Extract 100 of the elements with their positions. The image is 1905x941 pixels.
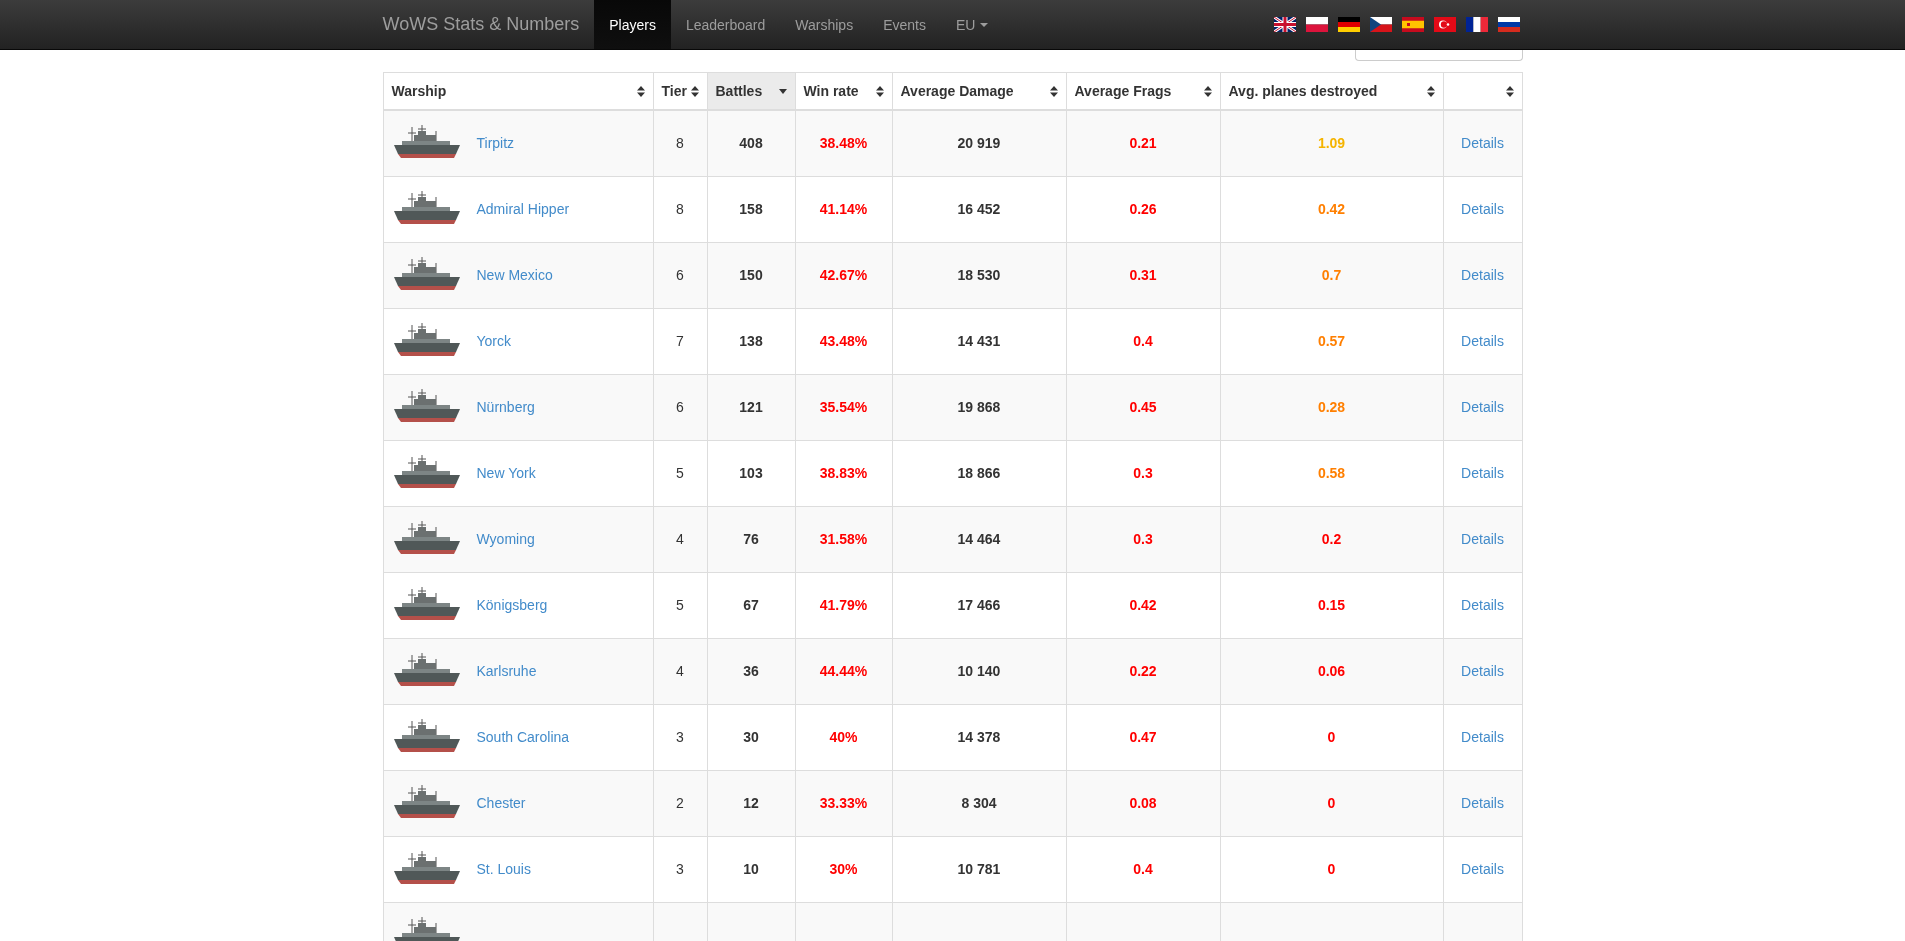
average-damage-value: 17 466 — [957, 597, 1001, 613]
battles-value: 103 — [739, 465, 763, 481]
details-link[interactable]: Details — [1461, 465, 1504, 481]
search-field[interactable] — [1354, 50, 1523, 61]
battles-value: 10 — [743, 861, 759, 877]
details-link[interactable]: Details — [1461, 135, 1504, 152]
average-damage-value: 14 431 — [957, 333, 1001, 349]
planes-destroyed-value: 0.58 — [1317, 465, 1346, 481]
france-flag-icon[interactable] — [1465, 17, 1488, 32]
planes-destroyed-value: 0.15 — [1317, 597, 1346, 613]
planes-destroyed-value: 0.28 — [1317, 399, 1346, 415]
win-rate-value: 44.44% — [819, 663, 868, 679]
tier-value: 3 — [676, 861, 684, 877]
average-frags-value: 0.4 — [1133, 333, 1153, 349]
battles-value: 76 — [743, 531, 759, 547]
tier-value: 5 — [676, 465, 684, 481]
win-rate-value: 38.83% — [819, 465, 868, 481]
battles-value: 138 — [739, 333, 763, 349]
details-link[interactable]: Details — [1461, 531, 1504, 547]
details-link[interactable]: Details — [1461, 267, 1504, 283]
details-link[interactable]: Details — [1461, 597, 1504, 613]
warship-link[interactable]: Yorck — [476, 333, 511, 349]
spain-flag-icon[interactable] — [1401, 17, 1424, 32]
russia-flag-icon[interactable] — [1497, 17, 1520, 32]
average-frags-value: 0.26 — [1129, 201, 1157, 217]
win-rate-value: 38.48% — [819, 135, 868, 152]
average-frags-value: 0.3 — [1133, 531, 1153, 547]
average-frags-value: 0.42 — [1129, 597, 1157, 613]
average-frags-value: 0.21 — [1129, 135, 1157, 152]
details-link[interactable]: Details — [1461, 201, 1504, 217]
warship-link[interactable]: Wyoming — [476, 531, 535, 547]
average-frags-value: 0.45 — [1129, 399, 1157, 415]
battles-value: 150 — [739, 267, 763, 283]
warship-link[interactable]: Tirpitz — [476, 135, 515, 152]
sort-icon — [636, 85, 645, 97]
win-rate-value: 42.67% — [819, 267, 868, 283]
tier-value: 8 — [676, 135, 684, 152]
details-link[interactable]: Details — [1461, 861, 1504, 877]
tier-value: 2 — [676, 795, 684, 811]
battles-value: 121 — [739, 399, 763, 415]
nav-link[interactable]: Warships — [780, 0, 869, 49]
column-header[interactable]: Battles — [707, 72, 795, 110]
brand-link[interactable]: WoWS Stats & Numbers — [382, 0, 595, 49]
planes-destroyed-value: 0.57 — [1317, 333, 1346, 349]
sort-icon — [690, 85, 699, 97]
poland-flag-icon[interactable] — [1305, 17, 1328, 32]
tier-value: 7 — [676, 333, 684, 349]
germany-flag-icon[interactable] — [1337, 17, 1360, 32]
tier-value: 6 — [676, 267, 684, 283]
details-link[interactable]: Details — [1461, 333, 1504, 349]
planes-destroyed-value: 0.42 — [1317, 201, 1346, 217]
warship-link[interactable]: Admiral Hipper — [476, 201, 570, 217]
warship-link[interactable]: Nürnberg — [476, 399, 535, 415]
sort-descending-icon — [778, 88, 787, 94]
planes-destroyed-value: 0.2 — [1321, 531, 1342, 547]
warship-link[interactable]: New Mexico — [476, 267, 553, 283]
details-link[interactable]: Details — [1461, 729, 1504, 745]
planes-destroyed-value: 1.09 — [1317, 135, 1346, 152]
average-damage-value: 18 866 — [957, 465, 1001, 481]
column-label: Win rate — [803, 83, 859, 99]
planes-destroyed-value: 0.7 — [1321, 267, 1342, 283]
warship-link[interactable]: Karlsruhe — [476, 663, 537, 679]
column-label: Avg. planes destroyed — [1228, 83, 1378, 99]
turkey-flag-icon[interactable] — [1433, 17, 1456, 32]
tier-value: 8 — [676, 201, 684, 217]
details-link[interactable]: Details — [1461, 663, 1504, 679]
details-link[interactable]: Details — [1461, 399, 1504, 415]
tier-value: 4 — [676, 531, 684, 547]
average-frags-value: 0.22 — [1129, 663, 1157, 679]
win-rate-value: 31.58% — [819, 531, 868, 547]
column-label: Average Damage — [900, 83, 1014, 99]
tier-value: 3 — [676, 729, 684, 745]
tier-value: 5 — [676, 597, 684, 613]
nav-link[interactable]: Players — [594, 0, 671, 49]
nav-link[interactable]: Leaderboard — [670, 0, 781, 49]
win-rate-value: 30% — [829, 861, 858, 877]
details-link[interactable]: Details — [1461, 795, 1504, 811]
win-rate-value: 41.79% — [819, 597, 868, 613]
win-rate-value: 35.54% — [819, 399, 868, 415]
column-label: Tier — [661, 83, 687, 99]
warship-link[interactable]: South Carolina — [476, 729, 570, 745]
warship-link[interactable]: New York — [476, 465, 536, 481]
win-rate-value: 33.33% — [819, 795, 868, 811]
average-damage-value: 20 919 — [957, 135, 1001, 152]
average-frags-value: 0.08 — [1129, 795, 1157, 811]
planes-destroyed-value: 0 — [1327, 795, 1336, 811]
czech-flag-icon[interactable] — [1369, 17, 1392, 32]
warship-link[interactable]: St. Louis — [476, 861, 531, 877]
win-rate-value: 40% — [829, 729, 858, 745]
planes-destroyed-value: 0 — [1327, 861, 1336, 877]
win-rate-value: 41.14% — [819, 201, 868, 217]
warship-link[interactable]: Königsberg — [476, 597, 548, 613]
nav-link[interactable]: Events — [868, 0, 941, 49]
column-label: Average Frags — [1074, 83, 1172, 99]
battles-value: 12 — [743, 795, 759, 811]
uk-flag-icon[interactable] — [1273, 17, 1296, 32]
average-damage-value: 14 464 — [957, 531, 1001, 547]
warship-link[interactable]: Chester — [476, 795, 526, 811]
planes-destroyed-value: 0 — [1327, 729, 1336, 745]
region-dropdown[interactable]: EU — [940, 0, 1004, 49]
